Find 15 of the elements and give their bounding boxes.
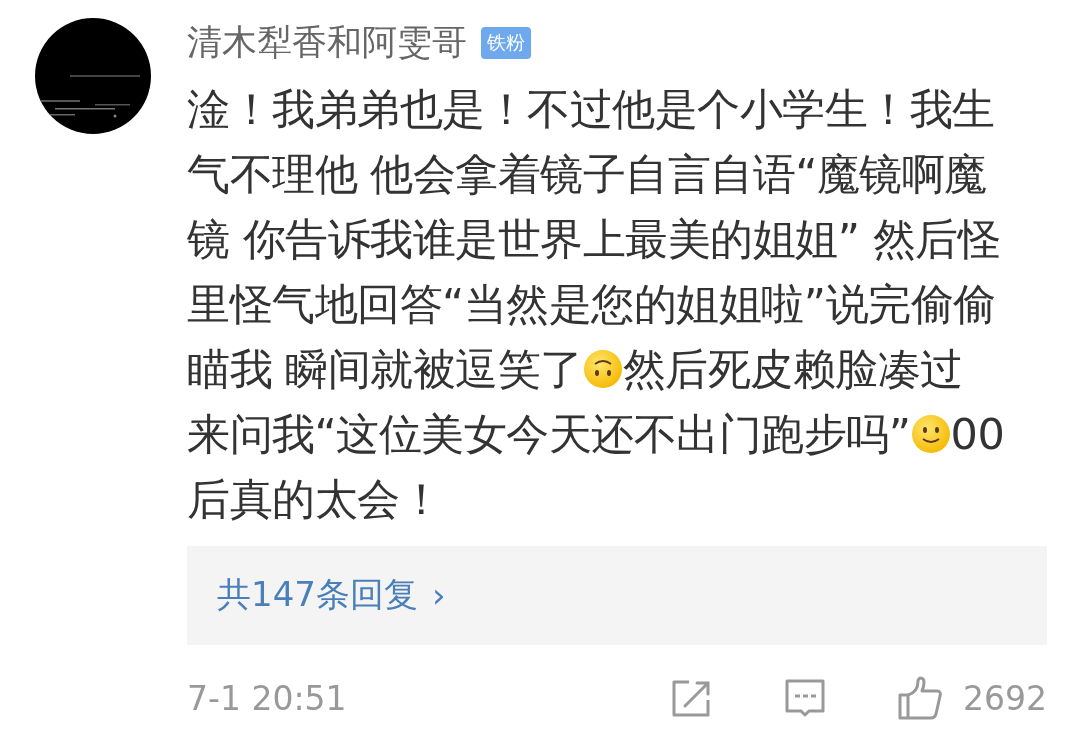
- comment-text: 00: [950, 407, 1005, 461]
- comment-text: 镜 你告诉我谁是世界上最美的姐姐” 然后怪: [187, 212, 1001, 266]
- like-count: 2692: [963, 678, 1047, 718]
- author-name[interactable]: 清木犁香和阿雯哥: [187, 19, 467, 67]
- comment-text: 气不理他 他会拿着镜子自言自语“魔镜啊魔: [187, 147, 987, 201]
- fan-badge: 铁粉: [481, 26, 531, 59]
- comment-text: 来问我“这位美女今天还不出门跑步吗”: [187, 407, 911, 461]
- timestamp: 7-1 20:51: [187, 678, 347, 718]
- comment-text: 淦！我弟弟也是！不过他是个小学生！我生: [187, 82, 995, 136]
- comment-text: 里怪气地回答“当然是您的姐姐啦”说完偷偷: [187, 277, 996, 331]
- comment-text: 然后死皮赖脸凑过: [622, 342, 963, 396]
- comment-text: 瞄我 瞬间就被逗笑了: [187, 342, 583, 396]
- comment-text: 后真的太会！: [187, 472, 442, 526]
- replies-link[interactable]: 共147条回复 ›: [217, 572, 446, 619]
- thumbs-up-icon[interactable]: [897, 675, 945, 722]
